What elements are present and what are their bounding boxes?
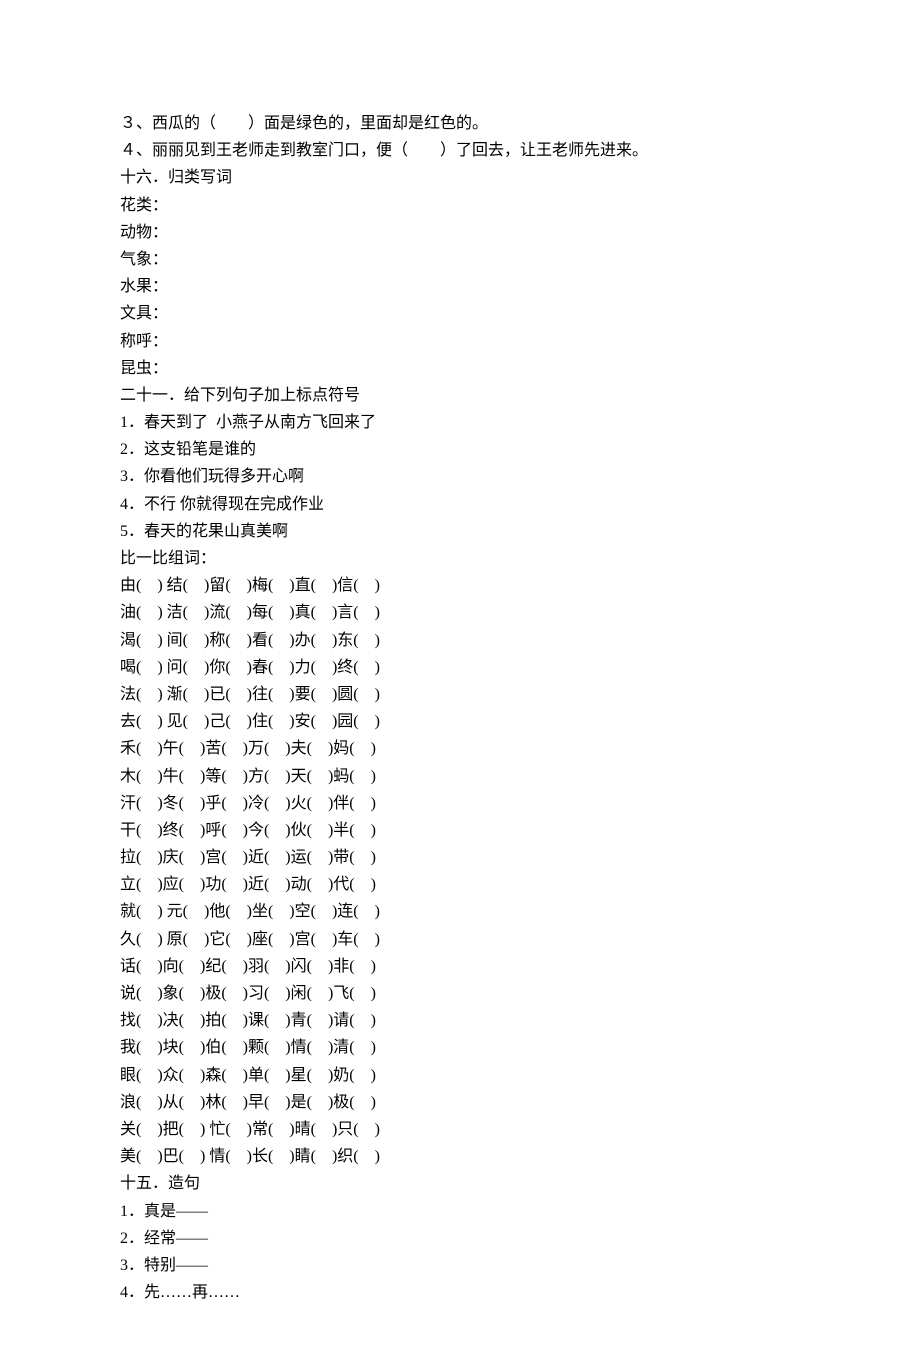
text-line: 动物： (120, 219, 800, 246)
text-line: 喝( ) 问( )你( )春( )力( )终( ) (120, 654, 800, 681)
text-line: 禾( )午( )苦( )万( )夫( )妈( ) (120, 735, 800, 762)
text-line: 十六．归类写词 (120, 164, 800, 191)
text-line: 二十一．给下列句子加上标点符号 (120, 382, 800, 409)
text-line: 关( )把( ) 忙( )常( )晴( )只( ) (120, 1116, 800, 1143)
text-line: 话( )向( )纪( )羽( )闪( )非( ) (120, 953, 800, 980)
text-line: 5．春天的花果山真美啊 (120, 518, 800, 545)
text-line: 花类： (120, 192, 800, 219)
text-line: 4．先……再…… (120, 1279, 800, 1306)
document-page: ３、西瓜的（ ）面是绿色的，里面却是红色的。４、丽丽见到王老师走到教室门口，便（… (0, 0, 920, 1366)
text-line: 木( )牛( )等( )方( )天( )蚂( ) (120, 763, 800, 790)
text-line: 眼( )众( )森( )单( )星( )奶( ) (120, 1062, 800, 1089)
text-line: 久( ) 原( )它( )座( )宫( )车( ) (120, 926, 800, 953)
text-line: 就( ) 元( )他( )坐( )空( )连( ) (120, 898, 800, 925)
text-line: ３、西瓜的（ ）面是绿色的，里面却是红色的。 (120, 110, 800, 137)
text-line: 去( ) 见( )己( )住( )安( )园( ) (120, 708, 800, 735)
text-line: 4．不行 你就得现在完成作业 (120, 491, 800, 518)
text-line: 文具： (120, 300, 800, 327)
text-line: 2．经常—— (120, 1225, 800, 1252)
text-line: ４、丽丽见到王老师走到教室门口，便（ ）了回去，让王老师先进来。 (120, 137, 800, 164)
text-line: 浪( )从( )林( )早( )是( )极( ) (120, 1089, 800, 1116)
text-line: 拉( )庆( )宫( )近( )运( )带( ) (120, 844, 800, 871)
text-line: 汗( )冬( )乎( )冷( )火( )伴( ) (120, 790, 800, 817)
text-line: 由( ) 结( )留( )梅( )直( )信( ) (120, 572, 800, 599)
text-line: 法( ) 渐( )已( )往( )要( )圆( ) (120, 681, 800, 708)
text-line: 2．这支铅笔是谁的 (120, 436, 800, 463)
text-line: 3．特别—— (120, 1252, 800, 1279)
text-line: 水果： (120, 273, 800, 300)
text-line: 昆虫： (120, 355, 800, 382)
text-line: 美( )巴( ) 情( )长( )睛( )织( ) (120, 1143, 800, 1170)
text-line: 称呼： (120, 328, 800, 355)
text-line: 干( )终( )呼( )今( )伙( )半( ) (120, 817, 800, 844)
text-line: 油( ) 洁( )流( )每( )真( )言( ) (120, 599, 800, 626)
text-line: 1．真是—— (120, 1198, 800, 1225)
text-line: 说( )象( )极( )习( )闲( )飞( ) (120, 980, 800, 1007)
text-line: 比一比组词： (120, 545, 800, 572)
text-line: 十五．造句 (120, 1170, 800, 1197)
text-line: 找( )决( )拍( )课( )青( )请( ) (120, 1007, 800, 1034)
text-line: 渴( ) 间( )称( )看( )办( )东( ) (120, 627, 800, 654)
text-line: 我( )块( )伯( )颗( )情( )清( ) (120, 1034, 800, 1061)
text-line: 1．春天到了 小燕子从南方飞回来了 (120, 409, 800, 436)
text-line: 3．你看他们玩得多开心啊 (120, 463, 800, 490)
document-content: ３、西瓜的（ ）面是绿色的，里面却是红色的。４、丽丽见到王老师走到教室门口，便（… (120, 110, 800, 1306)
text-line: 气象： (120, 246, 800, 273)
text-line: 立( )应( )功( )近( )动( )代( ) (120, 871, 800, 898)
